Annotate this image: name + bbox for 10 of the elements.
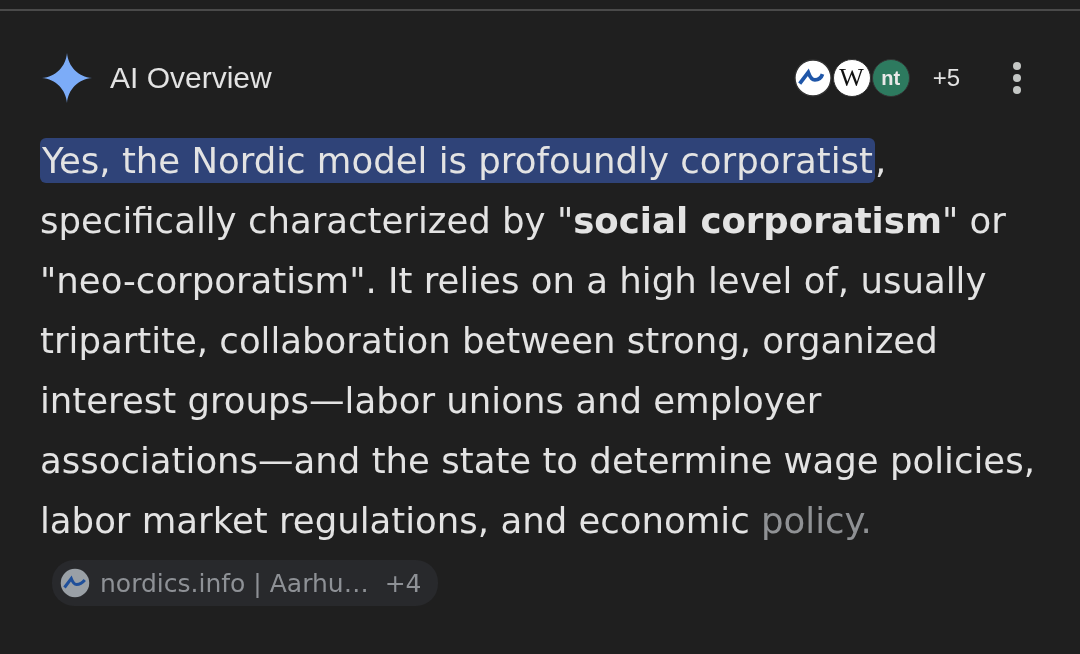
- source-logo-icon: [60, 568, 90, 598]
- source-count[interactable]: +5: [932, 64, 960, 92]
- citation-chip[interactable]: nordics.info | Aarhu… +4: [52, 560, 438, 606]
- source-logo-icon[interactable]: [793, 59, 832, 97]
- more-menu-icon[interactable]: [1012, 61, 1022, 95]
- source-logo-icon[interactable]: nt: [871, 59, 910, 97]
- section-title: AI Overview: [110, 61, 272, 95]
- answer-paragraph: Yes, the Nordic model is profoundly corporatist, specifically characterized by "social corporatism" or "neo-corporatism". It relies on a high level of, usually tripartite, collaboration between strong, organized interest groups—labor unions and employer associations—and the state to determine wage policies, labor market regulations, and economic policy. nordics.info | Aarhu… +4: [40, 131, 1050, 611]
- sparkle-icon: [42, 53, 92, 103]
- source-logo-icon[interactable]: W: [832, 59, 871, 97]
